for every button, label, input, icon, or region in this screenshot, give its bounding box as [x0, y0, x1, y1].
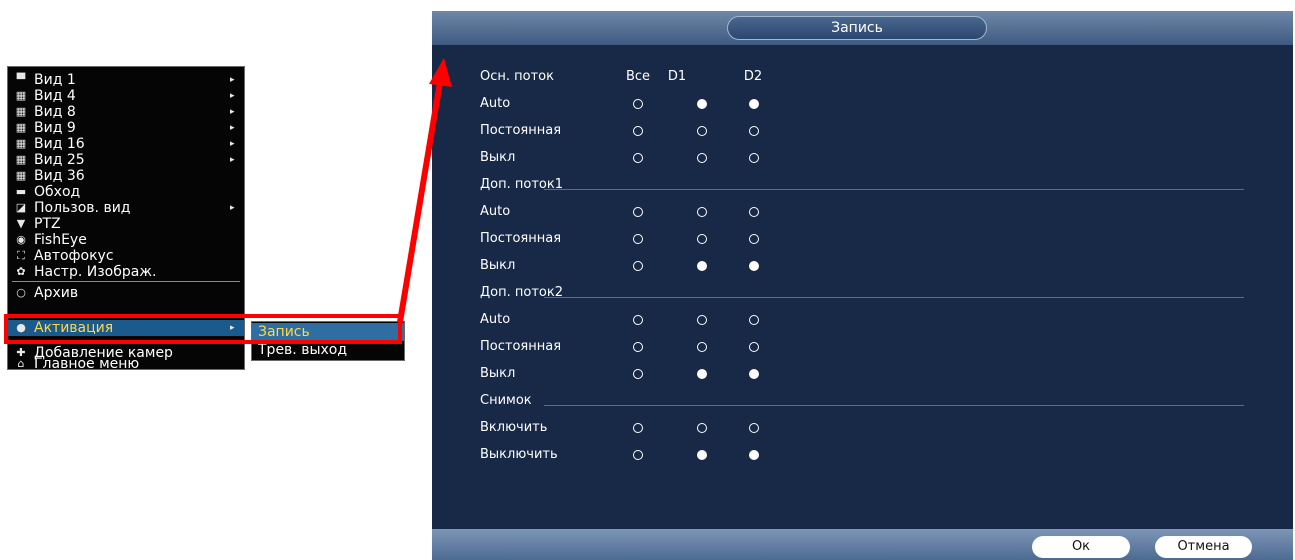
highlight-arrow: [397, 58, 452, 323]
